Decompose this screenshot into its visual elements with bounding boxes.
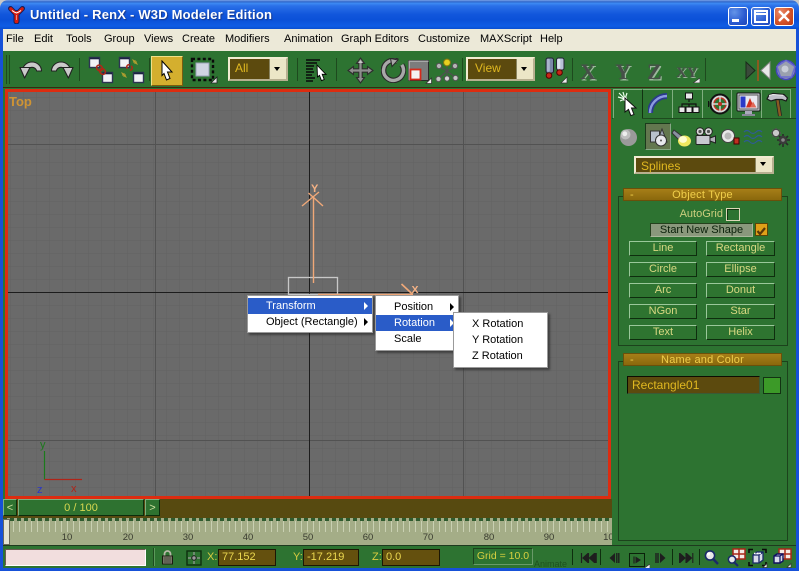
svg-text:y: y bbox=[40, 439, 46, 451]
svg-text:Y: Y bbox=[311, 183, 319, 195]
svg-text:x: x bbox=[71, 483, 77, 495]
svg-text:z: z bbox=[37, 484, 43, 496]
